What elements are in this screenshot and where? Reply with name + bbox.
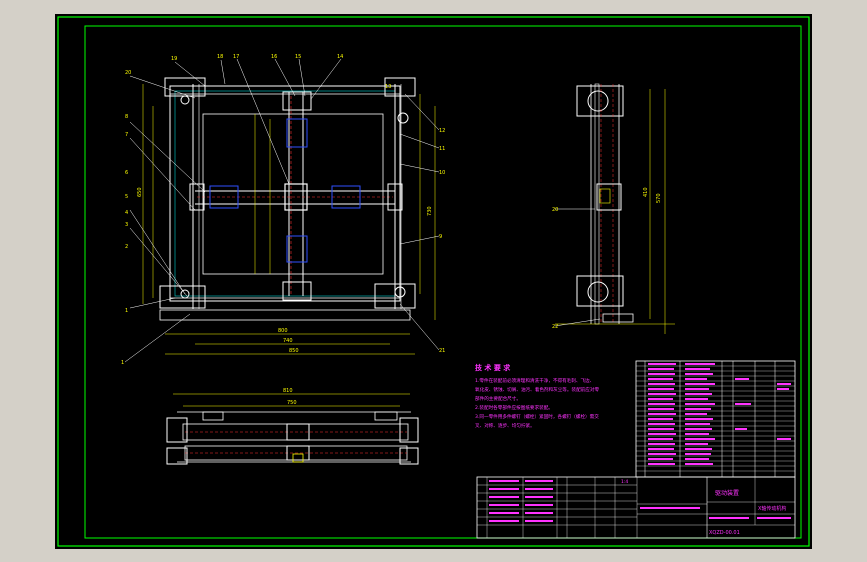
svg-text:18: 18 (217, 54, 223, 60)
svg-text:12: 12 (439, 128, 445, 134)
drawing-sheet: 20 8 7 654 321 1 19 18 17 16 15 14 13 12 11 10 9 2… (55, 14, 812, 549)
svg-text:4: 4 (125, 210, 128, 216)
svg-text:11: 11 (439, 146, 445, 152)
side-view: 570 410 20 22 (552, 83, 675, 334)
svg-text:3: 3 (125, 222, 128, 228)
svg-text:20: 20 (552, 207, 558, 213)
parts-list (635, 360, 796, 478)
dim-front-bottom-2: 740 (283, 338, 293, 344)
svg-text:21: 21 (439, 348, 445, 354)
dim-side-1: 570 (656, 193, 662, 203)
svg-text:16: 16 (271, 54, 277, 60)
svg-text:7: 7 (125, 132, 128, 138)
tech-requirements: 技 术 要 求 1.零件在装配前必须清理和清洗干净，不得有毛刺、飞边、 氧化皮、… (475, 363, 599, 429)
dim-top-1: 810 (283, 388, 293, 394)
svg-text:1: 1 (125, 308, 128, 314)
dim-front-left: 650 (137, 187, 143, 197)
svg-text:22: 22 (552, 324, 558, 330)
svg-text:20: 20 (125, 70, 131, 76)
svg-text:10: 10 (439, 170, 445, 176)
top-view: 810 750 (166, 388, 419, 465)
svg-text:9: 9 (439, 234, 442, 240)
tech-line-2: 氧化皮、锈蚀、切屑、油污、着色剂和灰尘等。装配前应对零 (475, 386, 599, 393)
dim-front-bottom-1: 800 (278, 328, 288, 334)
inner-frame (84, 25, 802, 539)
tech-line-4: 2.装配时各零部件应按图纸要求装配。 (475, 404, 553, 411)
tech-line-6: 叉、对称、逐步、均匀拧紧。 (475, 422, 535, 429)
front-view: 2087 654 321 1 19 18 17 16 15 14 131211 1092… (121, 54, 445, 366)
title-cn: 驱动装置 (715, 489, 739, 497)
dim-side-2: 410 (643, 187, 649, 197)
title-block: 驱动装置 X轴传动机构 XQZD-00.01 1:4 (476, 476, 796, 539)
svg-text:6: 6 (125, 170, 128, 176)
svg-text:1: 1 (121, 360, 124, 366)
svg-text:14: 14 (337, 54, 343, 60)
dim-front-bottom-3: 850 (289, 348, 299, 354)
cad-viewport[interactable]: 20 8 7 654 321 1 19 18 17 16 15 14 13 12 11 10 9 2… (0, 0, 867, 562)
svg-text:5: 5 (125, 194, 128, 200)
svg-text:8: 8 (125, 114, 128, 120)
tech-heading: 技 术 要 求 (475, 363, 511, 372)
dim-front-right: 730 (427, 206, 433, 216)
dim-top-2: 750 (287, 400, 297, 406)
svg-text:13: 13 (385, 84, 391, 90)
svg-text:17: 17 (233, 54, 239, 60)
svg-text:15: 15 (295, 54, 301, 60)
tech-line-3: 部件的主要配合尺寸。 (475, 395, 521, 402)
tech-line-1: 1.零件在装配前必须清理和清洗干净，不得有毛刺、飞边、 (475, 377, 594, 384)
scale-note: 1:4 (621, 479, 628, 485)
svg-text:19: 19 (171, 56, 177, 62)
drawing-no: XQZD-00.01 (709, 530, 740, 536)
svg-text:2: 2 (125, 244, 128, 250)
part-name: X轴传动机构 (758, 505, 786, 512)
cad-drawing: 2087 654 321 1 19 18 17 16 15 14 131211 1092… (57, 16, 810, 547)
tech-line-5: 3.同一零件用多件螺钉（螺栓）紧固时，各螺钉（螺栓）需交 (475, 413, 599, 420)
